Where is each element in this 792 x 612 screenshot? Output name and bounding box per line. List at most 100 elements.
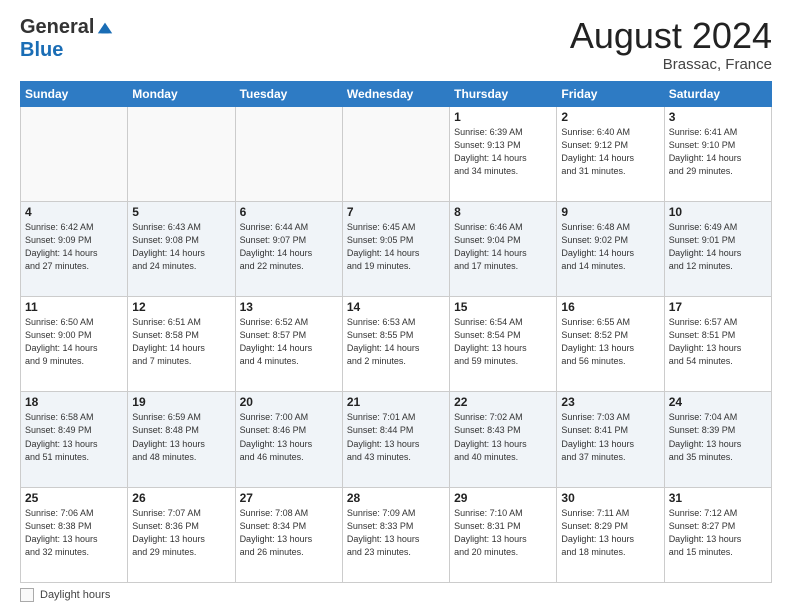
day-info: Sunrise: 6:54 AM Sunset: 8:54 PM Dayligh… bbox=[454, 316, 552, 368]
calendar-cell: 15 Sunrise: 6:54 AM Sunset: 8:54 PM Dayli… bbox=[450, 297, 557, 392]
location: Brassac, France bbox=[570, 56, 772, 73]
day-number: 28 bbox=[347, 491, 445, 505]
day-info: Sunrise: 7:09 AM Sunset: 8:33 PM Dayligh… bbox=[347, 507, 445, 559]
calendar-cell: 8 Sunrise: 6:46 AM Sunset: 9:04 PM Daylig… bbox=[450, 201, 557, 296]
calendar-cell: 3Sunrise: 6:41 AM Sunset: 9:10 PM Daylig… bbox=[664, 106, 771, 201]
calendar-cell bbox=[128, 106, 235, 201]
calendar-cell bbox=[342, 106, 449, 201]
legend: Daylight hours bbox=[20, 588, 772, 602]
day-info: Sunrise: 6:58 AM Sunset: 8:49 PM Dayligh… bbox=[25, 411, 123, 463]
day-info: Sunrise: 7:01 AM Sunset: 8:44 PM Dayligh… bbox=[347, 411, 445, 463]
day-number: 15 bbox=[454, 300, 552, 314]
col-header-friday: Friday bbox=[557, 81, 664, 106]
day-number: 9 bbox=[561, 205, 659, 219]
day-number: 11 bbox=[25, 300, 123, 314]
calendar-cell: 21Sunrise: 7:01 AM Sunset: 8:44 PM Dayli… bbox=[342, 392, 449, 487]
logo-general: General bbox=[20, 16, 94, 39]
calendar-cell: 11Sunrise: 6:50 AM Sunset: 9:00 PM Dayli… bbox=[21, 297, 128, 392]
day-number: 13 bbox=[240, 300, 338, 314]
calendar-cell: 13 Sunrise: 6:52 AM Sunset: 8:57 PM Dayli… bbox=[235, 297, 342, 392]
calendar-cell: 14 Sunrise: 6:53 AM Sunset: 8:55 PM Dayli… bbox=[342, 297, 449, 392]
logo-text: General bbox=[20, 16, 114, 39]
calendar-cell: 7Sunrise: 6:45 AM Sunset: 9:05 PM Daylig… bbox=[342, 201, 449, 296]
day-number: 19 bbox=[132, 395, 230, 409]
col-header-sunday: Sunday bbox=[21, 81, 128, 106]
day-number: 30 bbox=[561, 491, 659, 505]
day-number: 5 bbox=[132, 205, 230, 219]
col-header-thursday: Thursday bbox=[450, 81, 557, 106]
logo: General Blue bbox=[20, 16, 114, 62]
day-info: Sunrise: 6:51 AM Sunset: 8:58 PM Dayligh… bbox=[132, 316, 230, 368]
calendar-cell: 16 Sunrise: 6:55 AM Sunset: 8:52 PM Dayli… bbox=[557, 297, 664, 392]
calendar-cell: 29Sunrise: 7:10 AM Sunset: 8:31 PM Dayli… bbox=[450, 487, 557, 582]
day-info: Sunrise: 6:52 AM Sunset: 8:57 PM Dayligh… bbox=[240, 316, 338, 368]
day-number: 12 bbox=[132, 300, 230, 314]
calendar-cell: 31Sunrise: 7:12 AM Sunset: 8:27 PM Dayli… bbox=[664, 487, 771, 582]
day-info: Sunrise: 6:42 AM Sunset: 9:09 PM Dayligh… bbox=[25, 221, 123, 273]
calendar-cell: 5 Sunrise: 6:43 AM Sunset: 9:08 PM Daylig… bbox=[128, 201, 235, 296]
day-number: 23 bbox=[561, 395, 659, 409]
calendar-cell: 24 Sunrise: 7:04 AM Sunset: 8:39 PM Dayli… bbox=[664, 392, 771, 487]
calendar-cell: 9Sunrise: 6:48 AM Sunset: 9:02 PM Daylig… bbox=[557, 201, 664, 296]
day-number: 24 bbox=[669, 395, 767, 409]
calendar-cell: 12 Sunrise: 6:51 AM Sunset: 8:58 PM Dayli… bbox=[128, 297, 235, 392]
col-header-tuesday: Tuesday bbox=[235, 81, 342, 106]
day-info: Sunrise: 7:11 AM Sunset: 8:29 PM Dayligh… bbox=[561, 507, 659, 559]
day-number: 14 bbox=[347, 300, 445, 314]
calendar-cell: 19 Sunrise: 6:59 AM Sunset: 8:48 PM Dayli… bbox=[128, 392, 235, 487]
calendar-cell: 10Sunrise: 6:49 AM Sunset: 9:01 PM Dayli… bbox=[664, 201, 771, 296]
day-number: 4 bbox=[25, 205, 123, 219]
day-number: 18 bbox=[25, 395, 123, 409]
day-number: 26 bbox=[132, 491, 230, 505]
day-number: 2 bbox=[561, 110, 659, 124]
day-number: 16 bbox=[561, 300, 659, 314]
calendar-cell: 28 Sunrise: 7:09 AM Sunset: 8:33 PM Dayli… bbox=[342, 487, 449, 582]
calendar-week-2: 11Sunrise: 6:50 AM Sunset: 9:00 PM Dayli… bbox=[21, 297, 772, 392]
day-info: Sunrise: 7:06 AM Sunset: 8:38 PM Dayligh… bbox=[25, 507, 123, 559]
header-right: August 2024 Brassac, France bbox=[570, 16, 772, 73]
day-number: 1 bbox=[454, 110, 552, 124]
calendar-cell: 23Sunrise: 7:03 AM Sunset: 8:41 PM Dayli… bbox=[557, 392, 664, 487]
calendar-cell: 4 Sunrise: 6:42 AM Sunset: 9:09 PM Daylig… bbox=[21, 201, 128, 296]
col-header-monday: Monday bbox=[128, 81, 235, 106]
day-info: Sunrise: 6:55 AM Sunset: 8:52 PM Dayligh… bbox=[561, 316, 659, 368]
day-info: Sunrise: 6:57 AM Sunset: 8:51 PM Dayligh… bbox=[669, 316, 767, 368]
day-number: 20 bbox=[240, 395, 338, 409]
day-number: 29 bbox=[454, 491, 552, 505]
calendar-cell bbox=[235, 106, 342, 201]
calendar-cell: 30 Sunrise: 7:11 AM Sunset: 8:29 PM Dayli… bbox=[557, 487, 664, 582]
day-info: Sunrise: 6:40 AM Sunset: 9:12 PM Dayligh… bbox=[561, 126, 659, 178]
calendar-header-row: SundayMondayTuesdayWednesdayThursdayFrid… bbox=[21, 81, 772, 106]
page: General Blue August 2024 Brassac, France… bbox=[0, 0, 792, 612]
legend-box bbox=[20, 588, 34, 602]
calendar-cell: 20 Sunrise: 7:00 AM Sunset: 8:46 PM Dayli… bbox=[235, 392, 342, 487]
calendar-cell: 27Sunrise: 7:08 AM Sunset: 8:34 PM Dayli… bbox=[235, 487, 342, 582]
day-info: Sunrise: 6:46 AM Sunset: 9:04 PM Dayligh… bbox=[454, 221, 552, 273]
calendar-cell: 25 Sunrise: 7:06 AM Sunset: 8:38 PM Dayli… bbox=[21, 487, 128, 582]
day-info: Sunrise: 6:44 AM Sunset: 9:07 PM Dayligh… bbox=[240, 221, 338, 273]
day-info: Sunrise: 6:53 AM Sunset: 8:55 PM Dayligh… bbox=[347, 316, 445, 368]
day-number: 3 bbox=[669, 110, 767, 124]
calendar-cell: 1 Sunrise: 6:39 AM Sunset: 9:13 PM Daylig… bbox=[450, 106, 557, 201]
calendar-cell: 26Sunrise: 7:07 AM Sunset: 8:36 PM Dayli… bbox=[128, 487, 235, 582]
day-number: 25 bbox=[25, 491, 123, 505]
day-info: Sunrise: 7:00 AM Sunset: 8:46 PM Dayligh… bbox=[240, 411, 338, 463]
day-number: 8 bbox=[454, 205, 552, 219]
day-number: 17 bbox=[669, 300, 767, 314]
day-number: 31 bbox=[669, 491, 767, 505]
day-number: 6 bbox=[240, 205, 338, 219]
calendar-week-0: 1 Sunrise: 6:39 AM Sunset: 9:13 PM Daylig… bbox=[21, 106, 772, 201]
month-year: August 2024 bbox=[570, 16, 772, 56]
day-info: Sunrise: 6:43 AM Sunset: 9:08 PM Dayligh… bbox=[132, 221, 230, 273]
day-info: Sunrise: 6:45 AM Sunset: 9:05 PM Dayligh… bbox=[347, 221, 445, 273]
day-info: Sunrise: 7:04 AM Sunset: 8:39 PM Dayligh… bbox=[669, 411, 767, 463]
day-info: Sunrise: 6:39 AM Sunset: 9:13 PM Dayligh… bbox=[454, 126, 552, 178]
day-number: 10 bbox=[669, 205, 767, 219]
day-info: Sunrise: 6:59 AM Sunset: 8:48 PM Dayligh… bbox=[132, 411, 230, 463]
day-info: Sunrise: 7:08 AM Sunset: 8:34 PM Dayligh… bbox=[240, 507, 338, 559]
calendar-week-3: 18 Sunrise: 6:58 AM Sunset: 8:49 PM Dayli… bbox=[21, 392, 772, 487]
day-info: Sunrise: 7:02 AM Sunset: 8:43 PM Dayligh… bbox=[454, 411, 552, 463]
legend-label: Daylight hours bbox=[40, 589, 110, 601]
calendar-week-4: 25 Sunrise: 7:06 AM Sunset: 8:38 PM Dayli… bbox=[21, 487, 772, 582]
calendar-cell: 6 Sunrise: 6:44 AM Sunset: 9:07 PM Daylig… bbox=[235, 201, 342, 296]
